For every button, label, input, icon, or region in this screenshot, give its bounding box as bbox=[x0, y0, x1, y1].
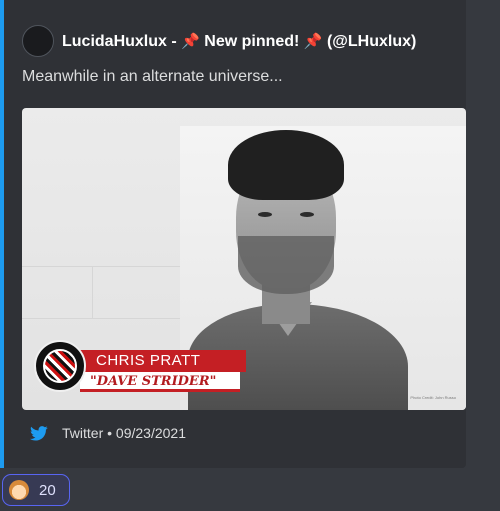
pushpin-icon: 📌 bbox=[303, 32, 323, 50]
embed-author[interactable]: LucidaHuxlux - 📌 New pinned! 📌 (@LHuxlux… bbox=[22, 25, 416, 57]
tweet-embed: LucidaHuxlux - 📌 New pinned! 📌 (@LHuxlux… bbox=[0, 0, 466, 468]
eye-shape bbox=[258, 212, 272, 217]
role-banner: "DAVE STRIDER" bbox=[80, 372, 240, 392]
author-avatar[interactable] bbox=[22, 25, 54, 57]
eye-shape bbox=[300, 212, 314, 217]
reaction-button[interactable]: 20 bbox=[2, 474, 70, 506]
embed-footer: Twitter • 09/23/2021 bbox=[30, 425, 186, 441]
person-emoji-icon bbox=[9, 480, 29, 500]
show-logo bbox=[34, 340, 86, 392]
pinned-text: New pinned! bbox=[199, 32, 304, 50]
author-name[interactable]: LucidaHuxlux bbox=[62, 33, 167, 50]
twitter-icon bbox=[30, 425, 48, 441]
author-line[interactable]: LucidaHuxlux - 📌 New pinned! 📌 (@LHuxlux… bbox=[62, 32, 416, 51]
author-separator: - bbox=[166, 32, 182, 50]
pushpin-icon: 📌 bbox=[181, 32, 200, 50]
photo-credit: Photo Credit: John Russo bbox=[410, 395, 456, 400]
beard-shape bbox=[238, 236, 334, 294]
footer-source: Twitter bbox=[62, 425, 104, 441]
hair-shape bbox=[228, 130, 344, 200]
embed-description: Meanwhile in an alternate universe... bbox=[22, 68, 283, 85]
background-line bbox=[92, 266, 93, 318]
footer-bullet: • bbox=[103, 425, 116, 441]
footer-date: 09/23/2021 bbox=[115, 425, 186, 441]
embed-image[interactable]: Photo Credit: John Russo CHRIS PRATT "DA… bbox=[22, 108, 466, 410]
reaction-count: 20 bbox=[39, 481, 56, 499]
logo-emblem-icon bbox=[43, 349, 77, 383]
author-handle[interactable]: (@LHuxlux) bbox=[323, 33, 416, 50]
name-banner: CHRIS PRATT bbox=[80, 350, 246, 372]
